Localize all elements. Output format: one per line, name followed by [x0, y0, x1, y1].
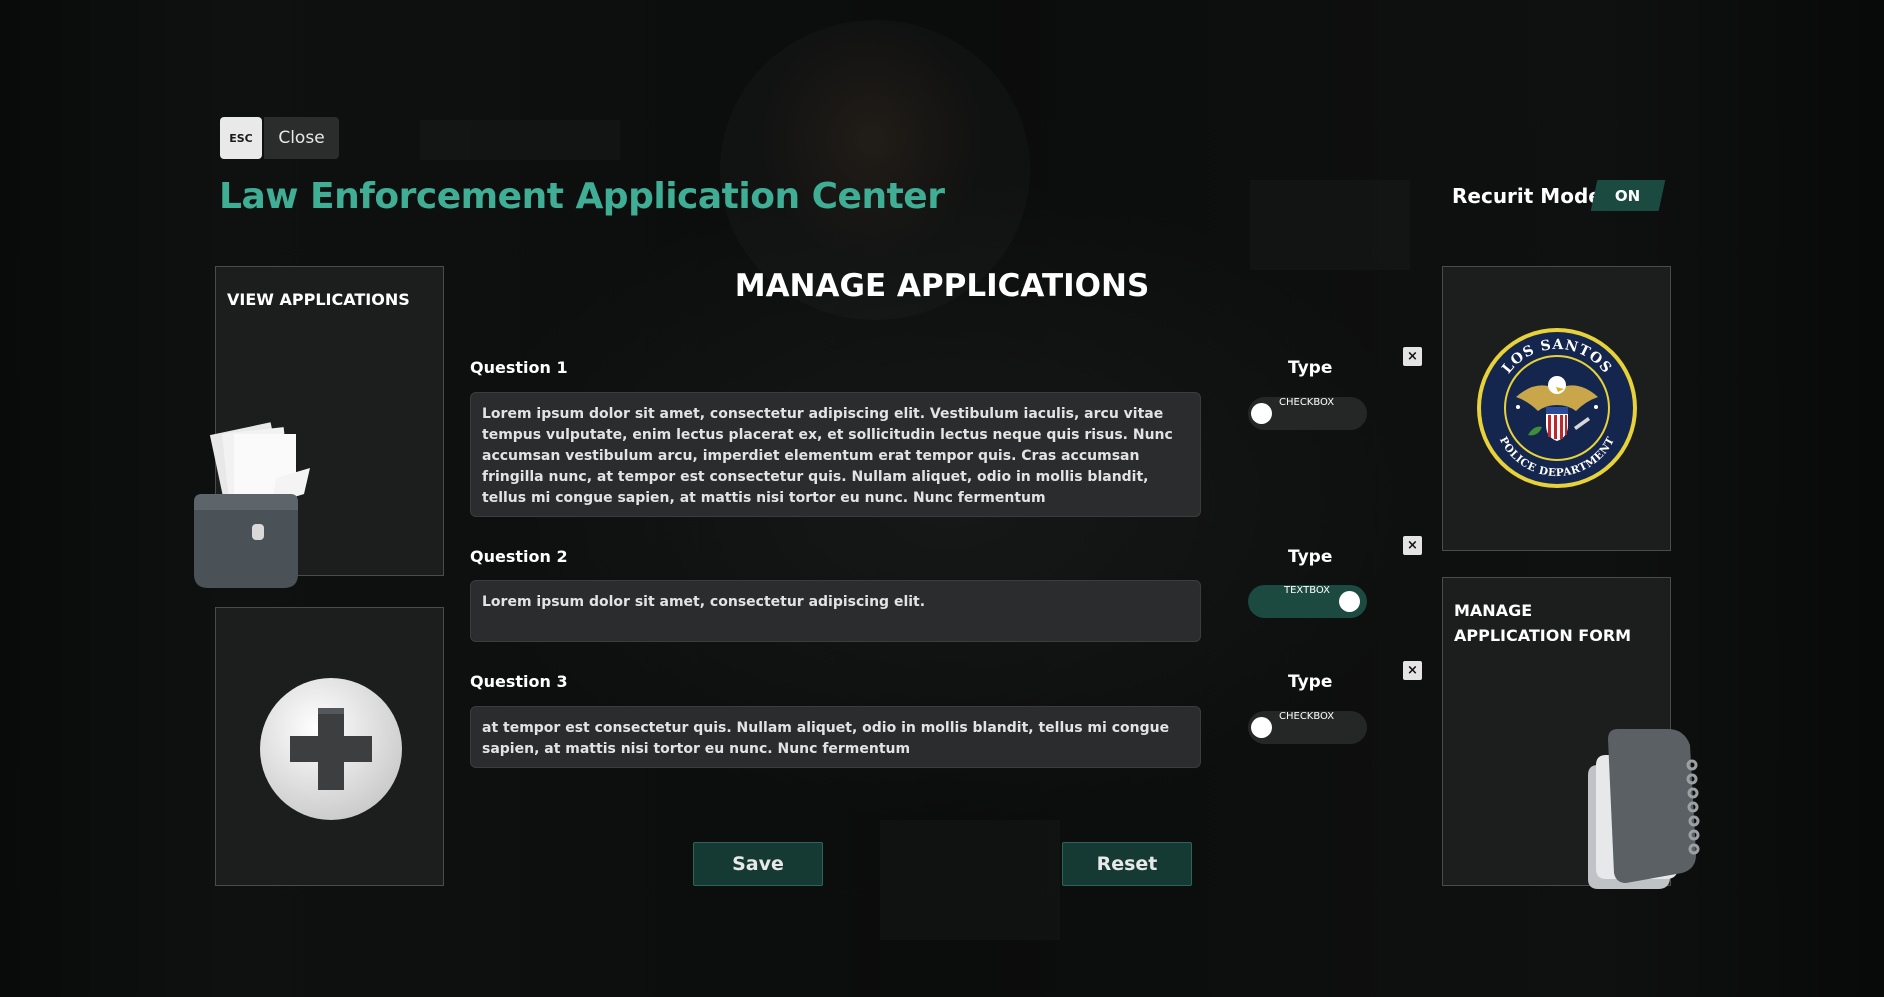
esc-key[interactable]: ESC	[220, 117, 262, 159]
background-shelf	[420, 120, 620, 160]
delete-question-button[interactable]: ×	[1403, 536, 1422, 555]
question-label: Question 1	[470, 358, 568, 377]
recruit-mode-value: ON	[1615, 186, 1641, 205]
background-shelf	[880, 820, 1060, 940]
page-title: Law Enforcement Application Center	[219, 176, 945, 217]
type-label: Type	[1288, 547, 1333, 567]
question-label: Question 3	[470, 672, 568, 691]
close-button[interactable]: Close	[264, 117, 339, 159]
toggle-knob	[1339, 591, 1360, 612]
reset-button[interactable]: Reset	[1062, 842, 1192, 886]
toggle-knob	[1251, 717, 1272, 738]
department-seal-card: LOS SANTOS POLICE DEPARTMENT	[1442, 266, 1671, 551]
notebook-icon	[1588, 729, 1700, 889]
question-type-value: CHECKBOX	[1279, 711, 1335, 722]
type-label: Type	[1288, 358, 1333, 378]
folder-docs-icon	[194, 422, 310, 588]
question-type-value: TEXTBOX	[1284, 585, 1330, 596]
question-type-toggle[interactable]: CHECKBOX	[1248, 711, 1367, 744]
question-label: Question 2	[470, 547, 568, 566]
save-button[interactable]: Save	[693, 842, 823, 886]
recruit-mode-label: Recurit Mode	[1452, 184, 1602, 208]
plus-circle-icon	[260, 678, 402, 820]
question-type-value: CHECKBOX	[1279, 397, 1335, 408]
question-text-field[interactable]: Lorem ipsum dolor sit amet, consectetur …	[470, 392, 1201, 517]
toggle-knob	[1251, 403, 1272, 424]
delete-question-button[interactable]: ×	[1403, 661, 1422, 680]
add-application-card[interactable]	[215, 607, 444, 886]
manage-application-form-title: MANAGE APPLICATION FORM	[1454, 601, 1632, 645]
question-type-toggle[interactable]: CHECKBOX	[1248, 397, 1367, 430]
type-label: Type	[1288, 672, 1333, 692]
question-type-toggle[interactable]: TEXTBOX	[1248, 585, 1367, 618]
question-text-field[interactable]: at tempor est consectetur quis. Nullam a…	[470, 706, 1201, 768]
police-seal-icon: LOS SANTOS POLICE DEPARTMENT	[1477, 328, 1637, 488]
recruit-mode-toggle[interactable]: ON	[1590, 180, 1666, 211]
background-shelf	[1250, 180, 1410, 270]
question-text-field[interactable]: Lorem ipsum dolor sit amet, consectetur …	[470, 580, 1201, 642]
delete-question-button[interactable]: ×	[1403, 347, 1422, 366]
